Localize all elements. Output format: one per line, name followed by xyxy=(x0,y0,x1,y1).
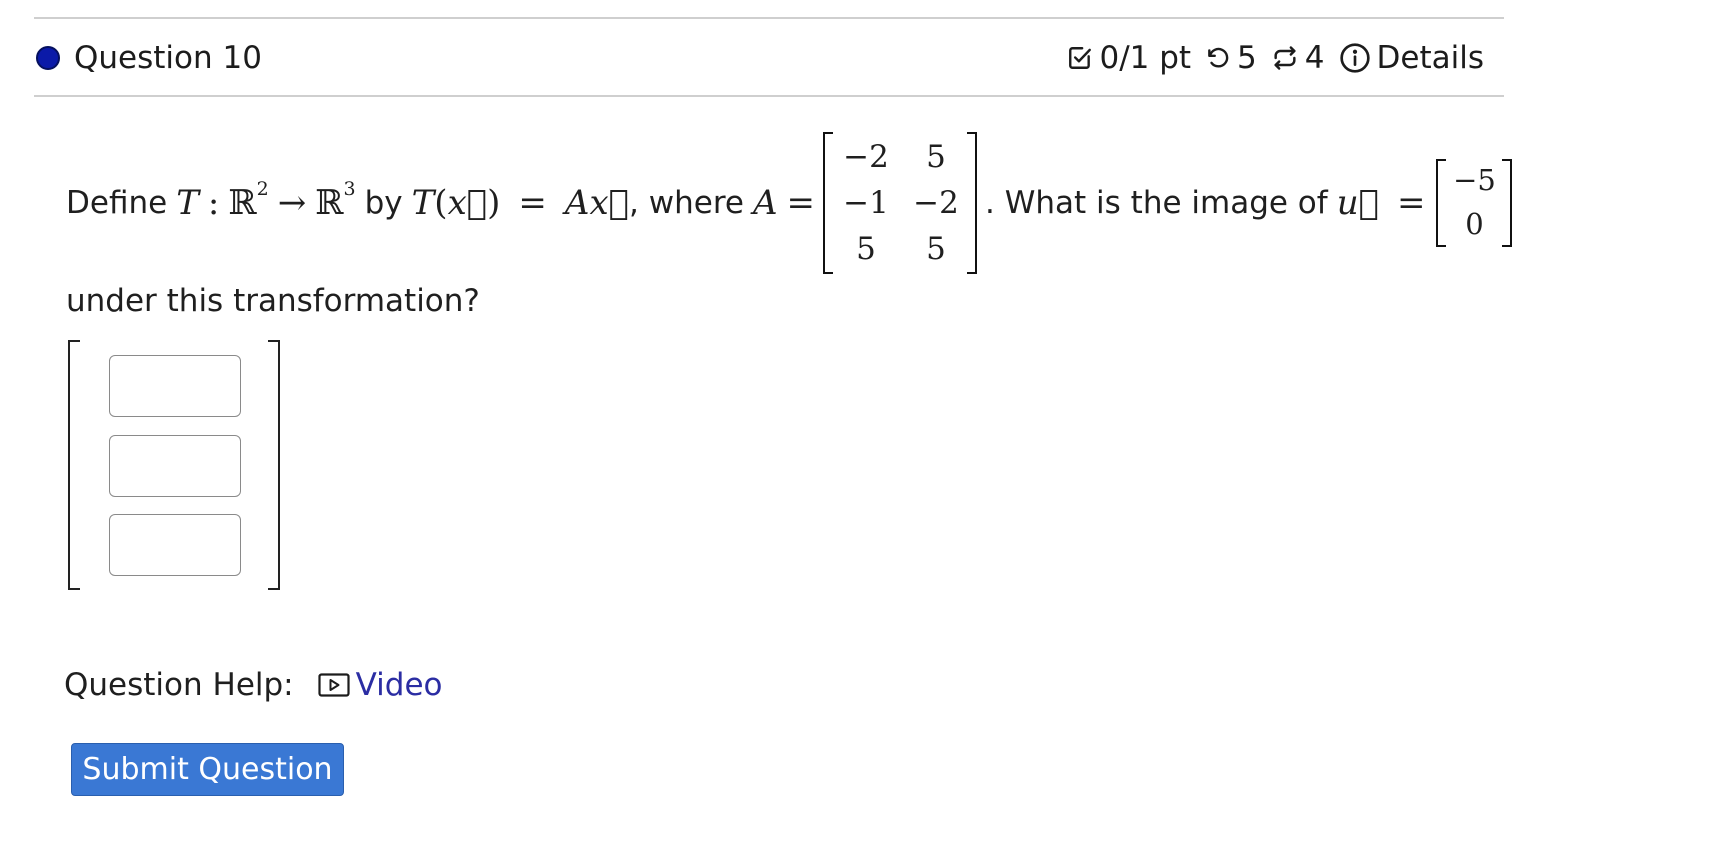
answer-input-3[interactable] xyxy=(109,514,241,576)
answer-left-bracket xyxy=(68,340,80,590)
vector-u-cell: 0 xyxy=(1465,207,1484,241)
colon-symbol: : xyxy=(207,183,220,223)
question-title: Question 10 xyxy=(74,40,262,76)
answer-matrix xyxy=(68,340,280,590)
matrix-A: −2 5 −1 −2 5 5 xyxy=(823,132,978,274)
vector-u: u⃗ xyxy=(1336,183,1379,223)
retries-indicator: 5 xyxy=(1205,40,1257,76)
attempts-count: 4 xyxy=(1304,40,1325,76)
matrix-A-cell: 5 xyxy=(926,139,946,175)
transform-symbol: T xyxy=(176,183,199,223)
video-link[interactable]: Video xyxy=(318,667,443,703)
vector-x: x⃗ xyxy=(447,183,488,223)
matrix-A-cell: −1 xyxy=(843,185,889,221)
equals-symbol-2: = xyxy=(786,183,816,223)
equals-symbol: = xyxy=(518,183,547,223)
answer-right-bracket xyxy=(268,340,280,590)
answer-input-1[interactable] xyxy=(109,355,241,417)
domain-dimension: 2 xyxy=(256,178,269,200)
question-header: Question 10 xyxy=(36,38,262,78)
details-button[interactable]: Details xyxy=(1339,40,1484,76)
video-link-label: Video xyxy=(355,667,443,703)
vector-u-matrix: −5 0 xyxy=(1435,159,1512,247)
codomain-dimension: 3 xyxy=(343,178,356,200)
repeat-icon xyxy=(1274,46,1296,70)
video-icon xyxy=(318,673,350,697)
question-help-label: Question Help: xyxy=(64,667,294,703)
prompt-line-2: under this transformation? xyxy=(66,283,480,319)
matrix-A-left-bracket xyxy=(823,132,834,274)
prompt-question: . What is the image of xyxy=(985,185,1328,221)
vector-u-cell: −5 xyxy=(1453,163,1496,197)
codomain-R: ℝ xyxy=(315,183,344,223)
undo-icon xyxy=(1208,47,1229,68)
matrix-name: A xyxy=(752,183,778,223)
matrix-A-cell: 5 xyxy=(856,231,876,267)
submit-question-button[interactable]: Submit Question xyxy=(71,743,344,796)
attempts-indicator: 4 xyxy=(1271,40,1325,76)
matrix-A-cell: −2 xyxy=(913,185,959,221)
question-meta: 0/1 pt 5 4 Details xyxy=(1067,38,1484,78)
check-square-icon xyxy=(1069,47,1092,69)
matrix-A-cell: −2 xyxy=(843,139,889,175)
transform-rhs: Ax⃗ xyxy=(564,183,630,223)
prompt-by: by xyxy=(364,185,403,221)
question-prompt: Define T : ℝ2 → ℝ3 by T(x⃗) = Ax⃗, where… xyxy=(66,132,1512,274)
answer-input-2[interactable] xyxy=(109,435,241,497)
transform-lhs: T xyxy=(411,183,435,223)
question-help: Question Help: Video xyxy=(64,664,442,706)
info-icon xyxy=(1339,43,1370,73)
vector-u-left-bracket xyxy=(1435,159,1446,247)
prompt-define: Define xyxy=(66,185,168,221)
question-status-dot xyxy=(36,46,60,70)
arrow-symbol: → xyxy=(277,183,307,223)
header-divider xyxy=(34,95,1504,97)
matrix-A-cell: 5 xyxy=(926,231,946,267)
equals-symbol-3: = xyxy=(1397,183,1426,223)
prompt-where: , where xyxy=(629,185,744,221)
top-divider xyxy=(34,17,1504,19)
domain-R: ℝ xyxy=(228,183,257,223)
score-indicator: 0/1 pt xyxy=(1067,40,1191,76)
details-label: Details xyxy=(1376,40,1484,76)
retries-count: 5 xyxy=(1237,40,1257,76)
matrix-A-right-bracket xyxy=(967,132,978,274)
score-text: 0/1 pt xyxy=(1099,40,1192,76)
